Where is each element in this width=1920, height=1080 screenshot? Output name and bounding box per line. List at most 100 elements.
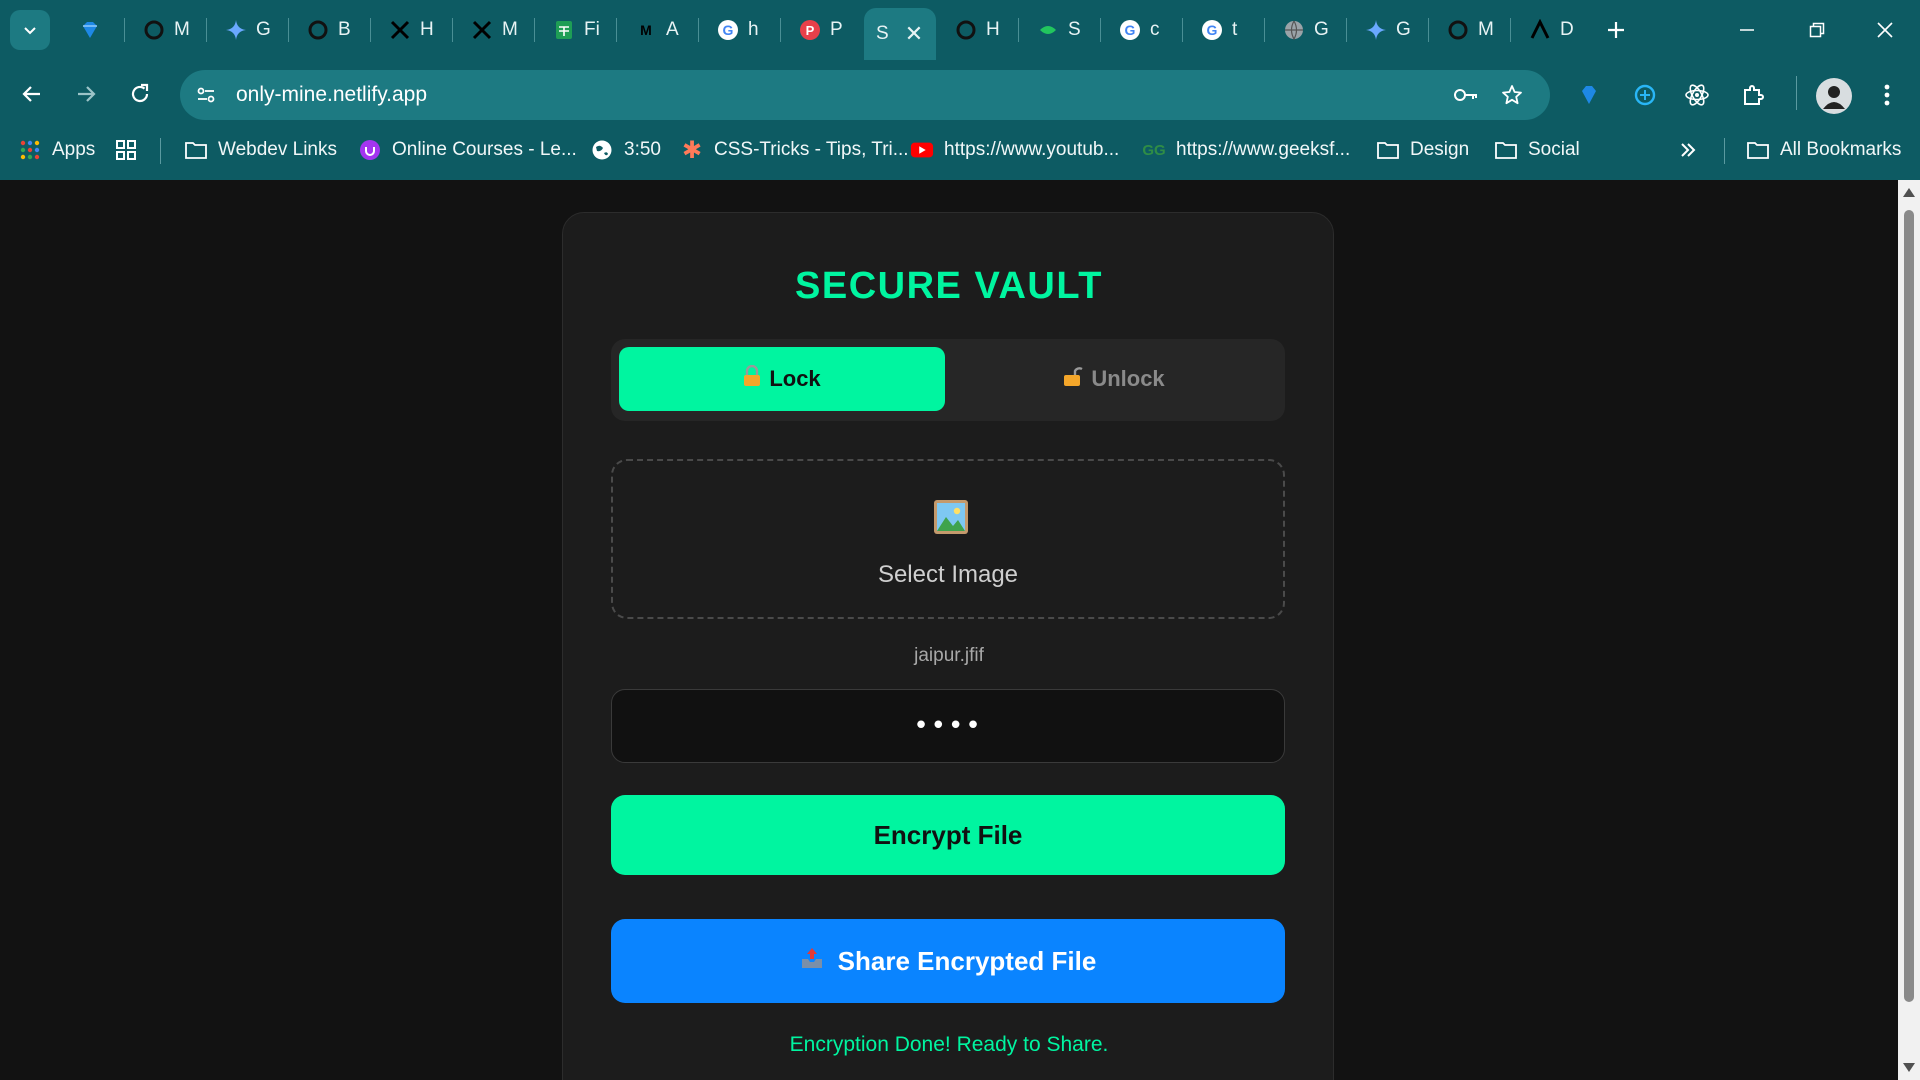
svg-text:P: P: [806, 23, 815, 38]
lock-mode-button[interactable]: Lock: [619, 347, 945, 411]
forward-button[interactable]: [66, 74, 106, 114]
selected-file-name: jaipur.jfif: [914, 645, 984, 666]
tab-2[interactable]: G: [216, 12, 276, 48]
tab-14[interactable]: Gt: [1192, 12, 1252, 48]
unlock-mode-button[interactable]: Unlock: [951, 347, 1277, 411]
tab-9[interactable]: PP: [790, 12, 850, 48]
close-window-button[interactable]: [1860, 10, 1910, 50]
scroll-down-arrow-icon[interactable]: [1903, 1063, 1915, 1072]
pinterest-icon: P: [798, 18, 822, 42]
bookmarks-overflow-button[interactable]: [1676, 134, 1700, 166]
bookmark-online-courses[interactable]: Online Courses - Le...: [358, 134, 577, 166]
folder-icon: [1494, 138, 1518, 162]
navigation-toolbar: only-mine.netlify.app: [0, 64, 1920, 124]
google-icon: G: [1118, 18, 1142, 42]
bookmark-folder-design[interactable]: Design: [1376, 134, 1469, 166]
bookmark-all-bookmarks[interactable]: All Bookmarks: [1746, 134, 1901, 166]
tab-3[interactable]: B: [298, 12, 358, 48]
tab-groups-icon: [114, 138, 138, 162]
anthropic-icon: [1528, 18, 1552, 42]
bookmark-tab-groups[interactable]: [114, 134, 138, 166]
tab-search-button[interactable]: [10, 10, 50, 50]
svg-text:G: G: [1125, 22, 1136, 38]
url-text[interactable]: only-mine.netlify.app: [236, 83, 427, 107]
svg-text:G: G: [723, 22, 734, 38]
tab-15[interactable]: G: [1274, 12, 1334, 48]
encrypt-file-button[interactable]: Encrypt File: [611, 795, 1285, 875]
tab-13[interactable]: Gc: [1110, 12, 1170, 48]
tab-6[interactable]: Fi: [544, 12, 604, 48]
back-button[interactable]: [12, 74, 52, 114]
new-tab-button[interactable]: [1598, 12, 1634, 48]
page-scrollbar[interactable]: [1898, 180, 1920, 1080]
password-key-icon[interactable]: [1452, 81, 1480, 109]
tab-7[interactable]: MA: [626, 12, 686, 48]
vault-card: SECURE VAULT Lock Unlock Select Image ja…: [562, 212, 1334, 1080]
chatgpt-icon: [306, 18, 330, 42]
profile-avatar[interactable]: [1816, 78, 1852, 114]
tab-18[interactable]: D: [1520, 12, 1580, 48]
scrollbar-thumb[interactable]: [1904, 210, 1914, 1002]
react-devtools-icon[interactable]: [1680, 78, 1714, 112]
folder-icon: [1746, 138, 1770, 162]
gem-icon: [78, 18, 102, 42]
browser-chrome: M G B H M Fi MA Gh PP S ✕ H S G c G t G …: [0, 0, 1920, 180]
minimize-icon: [1740, 29, 1754, 31]
folder-icon: [184, 138, 208, 162]
avatar-icon: [1823, 86, 1845, 109]
x-icon: [470, 18, 494, 42]
tab-4[interactable]: H: [380, 12, 440, 48]
tab-16[interactable]: G: [1356, 12, 1416, 48]
extensions-puzzle-icon[interactable]: [1736, 78, 1770, 112]
image-select-dropzone[interactable]: Select Image: [611, 459, 1285, 619]
tab-strip: M G B H M Fi MA Gh PP S ✕ H S G c G t G …: [0, 0, 1920, 60]
restore-icon: [1809, 22, 1825, 38]
bookmark-folder-social[interactable]: Social: [1494, 134, 1580, 166]
restore-button[interactable]: [1792, 10, 1842, 50]
scroll-up-arrow-icon[interactable]: [1903, 188, 1915, 197]
tab-8[interactable]: Gh: [708, 12, 768, 48]
bookmark-apps[interactable]: Apps: [18, 134, 95, 166]
gemini-icon: [1364, 18, 1388, 42]
tab-11[interactable]: H: [946, 12, 1006, 48]
bookmark-youtube[interactable]: https://www.youtub...: [910, 134, 1119, 166]
tab-0[interactable]: [70, 12, 114, 48]
bookmark-geeksforgeeks[interactable]: GG https://www.geeksf...: [1142, 134, 1350, 166]
bookmark-folder-webdev[interactable]: Webdev Links: [184, 134, 337, 166]
bookmark-clock[interactable]: 3:50: [590, 134, 661, 166]
unlock-icon: [1063, 365, 1083, 393]
page-title: SECURE VAULT: [795, 265, 1103, 307]
menu-kebab-icon[interactable]: [1870, 78, 1904, 112]
chevron-down-icon: [24, 27, 36, 35]
svg-text:G: G: [1207, 22, 1218, 38]
tab-17[interactable]: M: [1438, 12, 1498, 48]
tab-1[interactable]: M: [134, 12, 194, 48]
close-tab-icon[interactable]: ✕: [905, 21, 923, 47]
youtube-icon: [910, 138, 934, 162]
status-message: Encryption Done! Ready to Share.: [789, 1033, 1109, 1056]
globe-icon: [590, 138, 614, 162]
tab-active[interactable]: S ✕: [864, 8, 936, 60]
deepseek-icon: [1036, 18, 1060, 42]
bookmark-star-icon[interactable]: [1498, 81, 1526, 109]
x-icon: [388, 18, 412, 42]
address-bar[interactable]: only-mine.netlify.app: [180, 70, 1550, 120]
share-encrypted-file-button[interactable]: Share Encrypted File: [611, 919, 1285, 1003]
tab-5[interactable]: M: [462, 12, 522, 48]
folder-icon: [1376, 138, 1400, 162]
gem-extension-icon[interactable]: [1572, 78, 1606, 112]
tab-12[interactable]: S: [1028, 12, 1088, 48]
gfg-icon: GG: [1142, 141, 1166, 159]
minimize-button[interactable]: [1722, 10, 1772, 50]
reload-icon: [131, 83, 149, 103]
udemy-icon: [358, 138, 382, 162]
password-field[interactable]: [611, 689, 1285, 763]
outbox-tray-icon: [800, 946, 824, 977]
ai-extension-icon[interactable]: [1628, 78, 1662, 112]
mode-toggle: Lock Unlock: [611, 339, 1285, 421]
bookmark-css-tricks[interactable]: ✱ CSS-Tricks - Tips, Tri...: [680, 134, 909, 166]
site-info-icon[interactable]: [192, 81, 220, 109]
reload-button[interactable]: [120, 74, 160, 114]
close-icon: [1877, 22, 1893, 38]
bookmarks-bar: Apps Webdev Links Online Courses - Le...…: [0, 130, 1920, 170]
